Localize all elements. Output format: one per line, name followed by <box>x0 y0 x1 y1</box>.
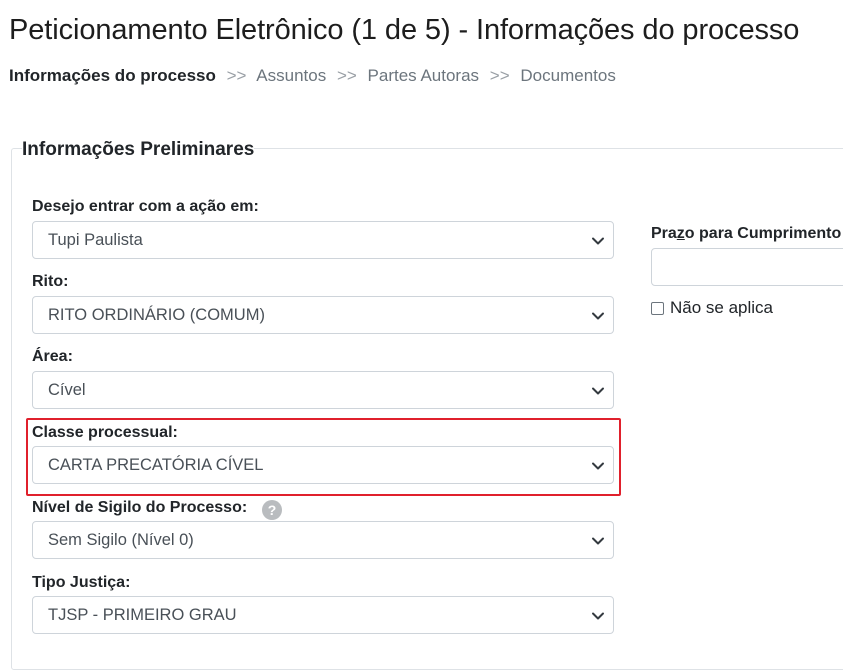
area-label: Área: <box>32 348 73 365</box>
breadcrumb-item-informacoes: Informações do processo <box>9 66 216 85</box>
prazo-label-accesskey: z <box>676 225 685 242</box>
classe-label: Classe processual: <box>32 424 178 441</box>
area-select-value: Cível <box>48 381 86 399</box>
section-legend: Informações Preliminares <box>22 139 255 161</box>
tipo-justica-select[interactable]: TJSP - PRIMEIRO GRAU <box>32 596 614 634</box>
prazo-label-start: Pra <box>651 225 677 242</box>
help-icon[interactable]: ? <box>262 500 282 520</box>
classe-select[interactable]: CARTA PRECATÓRIA CÍVEL <box>32 446 614 484</box>
chevron-down-icon <box>592 537 604 545</box>
chevron-down-icon <box>592 387 604 395</box>
chevron-down-icon <box>592 312 604 320</box>
chevron-down-icon <box>592 612 604 620</box>
tipo-justica-select-value: TJSP - PRIMEIRO GRAU <box>48 606 237 624</box>
breadcrumb-item-documentos: Documentos <box>520 66 616 85</box>
breadcrumb-separator: >> <box>489 66 510 85</box>
breadcrumb-separator: >> <box>226 66 247 85</box>
chevron-down-icon <box>592 462 604 470</box>
rito-select-value: RITO ORDINÁRIO (COMUM) <box>48 306 265 324</box>
prazo-label: Prazo para Cumprimento <box>651 225 841 243</box>
area-select[interactable]: Cível <box>32 371 614 409</box>
sigilo-select-value: Sem Sigilo (Nível 0) <box>48 531 194 549</box>
rito-label: Rito: <box>32 273 69 290</box>
nao-se-aplica-label: Não se aplica <box>670 298 774 317</box>
comarca-select-value: Tupi Paulista <box>48 231 143 249</box>
chevron-down-icon <box>592 237 604 245</box>
rito-select[interactable]: RITO ORDINÁRIO (COMUM) <box>32 296 614 334</box>
breadcrumb: Informações do processo >> Assuntos >> P… <box>9 66 616 86</box>
prazo-label-end: o para Cumprimento <box>684 225 842 242</box>
page-title: Peticionamento Eletrônico (1 de 5) - Inf… <box>9 14 800 46</box>
breadcrumb-separator: >> <box>336 66 357 85</box>
nao-se-aplica-checkbox[interactable] <box>651 301 664 315</box>
tipo-justica-label: Tipo Justiça: <box>32 574 131 591</box>
breadcrumb-item-partes-autoras: Partes Autoras <box>367 66 480 85</box>
breadcrumb-item-assuntos: Assuntos <box>256 66 327 85</box>
classe-select-value: CARTA PRECATÓRIA CÍVEL <box>48 456 264 474</box>
comarca-label: Desejo entrar com a ação em: <box>32 198 259 215</box>
prazo-input[interactable] <box>651 248 843 286</box>
sigilo-select[interactable]: Sem Sigilo (Nível 0) <box>32 521 614 559</box>
sigilo-label: Nível de Sigilo do Processo: <box>32 499 248 516</box>
nao-se-aplica-row[interactable]: Não se aplica <box>651 298 773 318</box>
comarca-select[interactable]: Tupi Paulista <box>32 221 614 259</box>
